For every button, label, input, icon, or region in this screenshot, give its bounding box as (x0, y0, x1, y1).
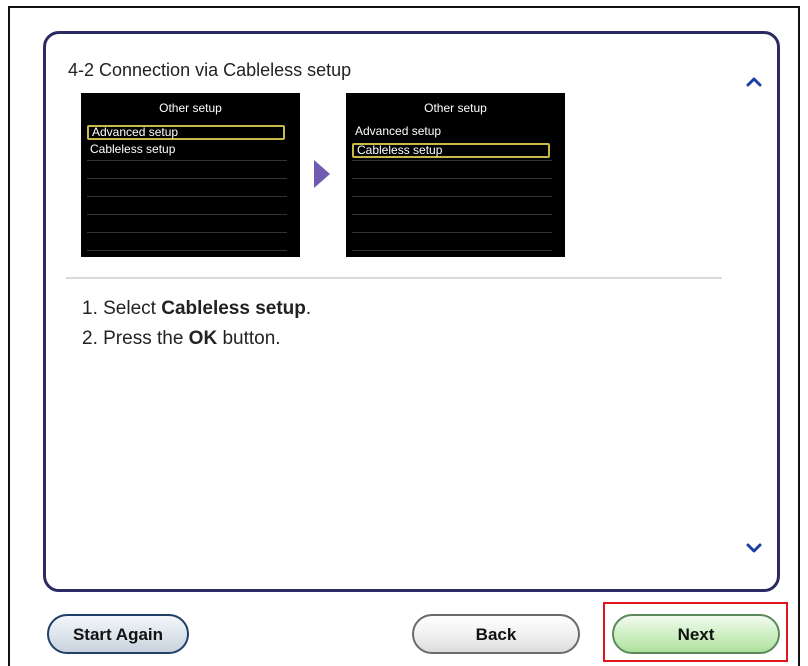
menu-item-advanced-setup: Advanced setup (355, 124, 442, 138)
chevron-up-icon[interactable] (745, 74, 763, 88)
instructions: 1. Select Cableless setup. 2. Press the … (82, 294, 311, 354)
printer-screen-before: Other setup Advanced setup Cableless set… (81, 93, 300, 257)
screen-divider (87, 196, 287, 197)
instruction-text: 1. Select (82, 298, 162, 319)
screen-divider (87, 232, 287, 233)
instruction-emphasis: Cableless setup (161, 298, 306, 319)
menu-item-cableless-setup: Cableless setup (90, 142, 176, 156)
screen-divider (352, 196, 552, 197)
start-again-button[interactable]: Start Again (47, 614, 189, 654)
screen-divider (87, 160, 287, 161)
back-button[interactable]: Back (412, 614, 580, 654)
instruction-text: . (305, 298, 312, 319)
content-panel: 4-2 Connection via Cableless setup Other… (43, 31, 780, 592)
instruction-step-2: 2. Press the OK button. (82, 324, 311, 354)
screen-title: Other setup (424, 101, 487, 115)
menu-item-cableless-setup: Cableless setup (352, 143, 550, 158)
printer-screen-after: Other setup Advanced setup Cableless set… (346, 93, 565, 257)
screen-divider (352, 160, 552, 161)
instruction-step-1: 1. Select Cableless setup. (82, 294, 311, 324)
step-title: 4-2 Connection via Cableless setup (68, 60, 352, 80)
menu-item-advanced-setup: Advanced setup (87, 125, 285, 140)
screen-divider (352, 214, 552, 215)
screen-divider (87, 214, 287, 215)
screen-divider (352, 250, 552, 251)
screen-title: Other setup (159, 101, 222, 115)
screen-divider (87, 250, 287, 251)
next-button[interactable]: Next (612, 614, 780, 654)
arrow-right-icon (314, 160, 330, 188)
instruction-text: 2. Press the (82, 328, 189, 349)
section-divider (66, 277, 722, 279)
instruction-text: button. (217, 328, 281, 349)
chevron-down-icon[interactable] (745, 541, 763, 555)
screen-divider (352, 178, 552, 179)
instruction-emphasis: OK (188, 328, 218, 349)
screen-divider (87, 178, 287, 179)
screen-divider (352, 232, 552, 233)
